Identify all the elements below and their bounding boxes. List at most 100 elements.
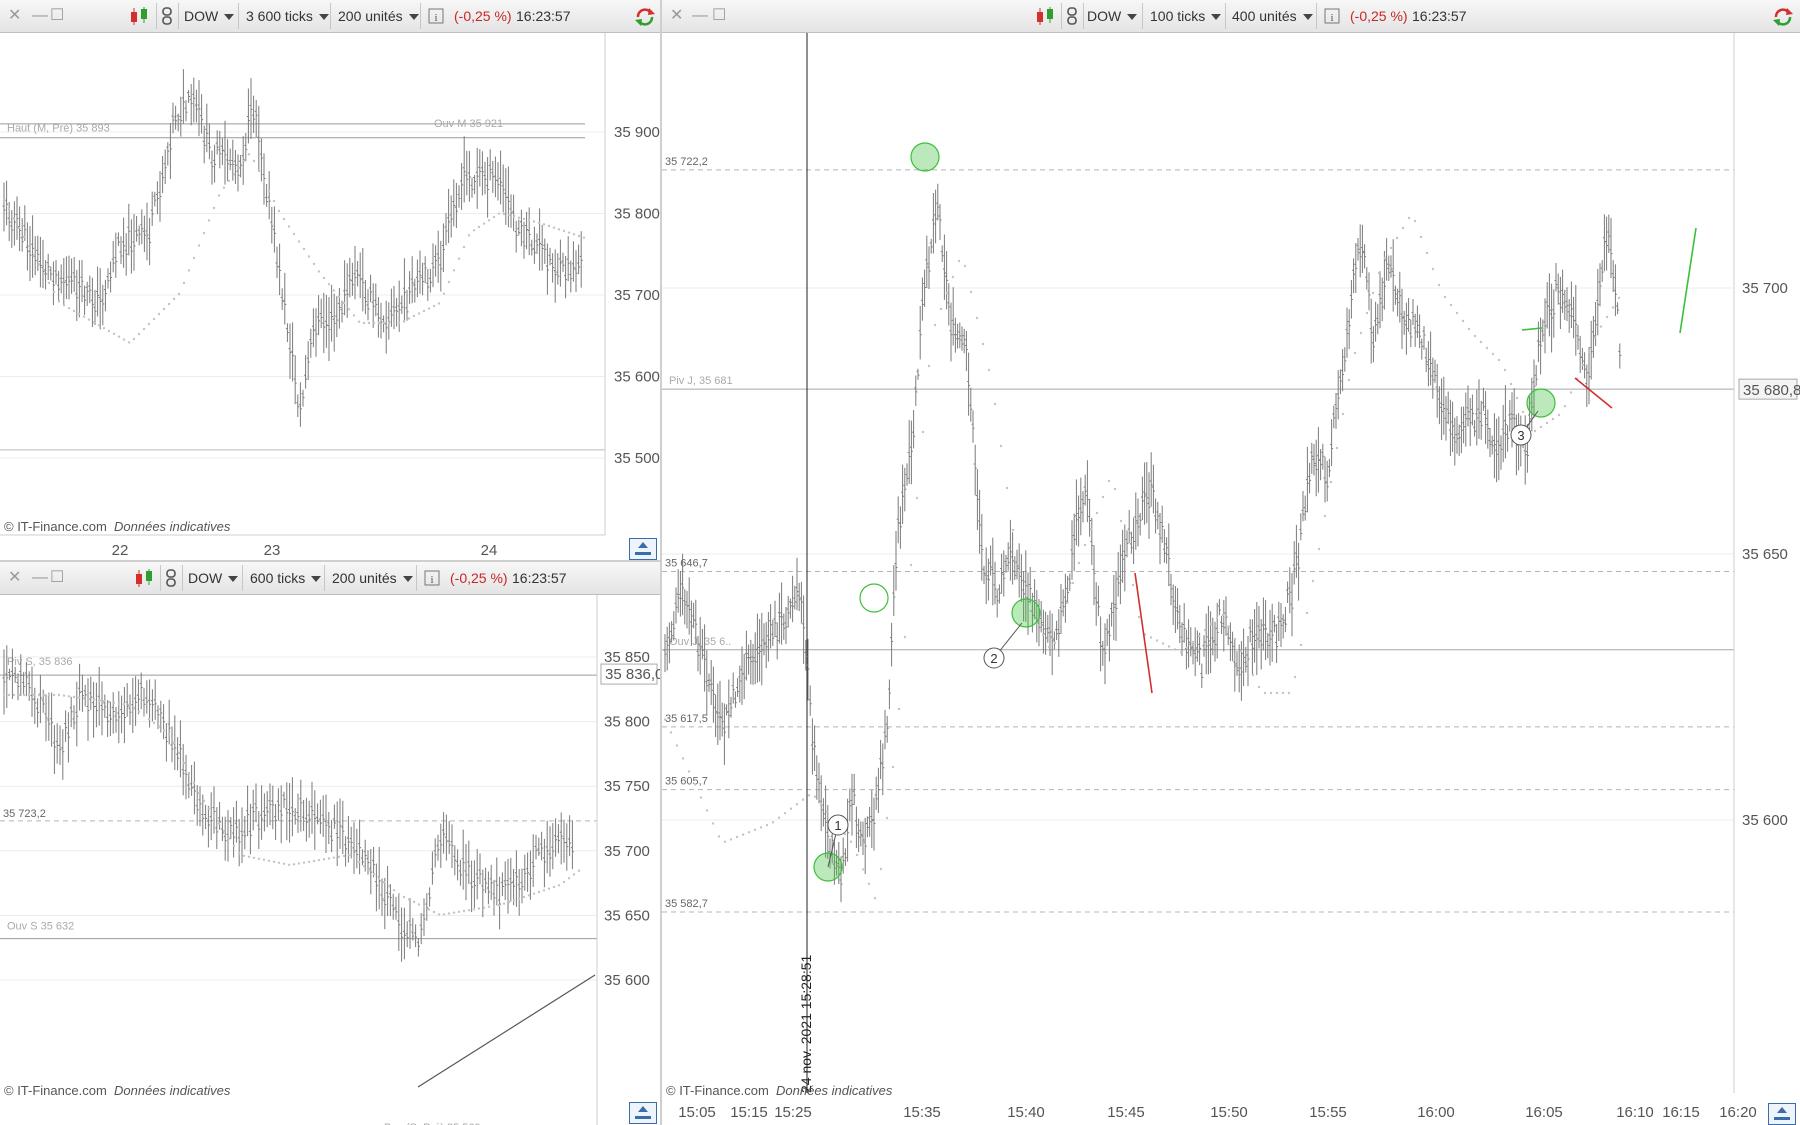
moving-average-dot [342,854,346,858]
maximize-icon[interactable]: ☐ [712,0,726,32]
moving-average-dot [42,693,46,697]
moving-average-dot [157,312,161,316]
price-chart[interactable]: 35 700 35 650 35 600 35 722,2 Piv J, 35 681 3… [662,33,1800,1125]
moving-average-dot [562,880,566,884]
symbol-label: DOW [184,8,219,24]
maximize-icon[interactable]: ☐ [50,562,64,594]
moving-average-dot [532,220,536,223]
moving-average-dot [2,693,6,697]
units-label: 400 unités [1232,8,1297,24]
moving-average-dot [277,861,281,864]
moving-average-dot [512,215,516,218]
chart-panel-top-left: ✕ — ☐ DOW 3 600 ticks 200 unités i (-0,2… [0,0,660,560]
candlestick-icon[interactable] [1034,6,1056,26]
moving-average-dot [467,908,471,912]
moving-average-dot [212,814,216,818]
symbol-select[interactable]: DOW [1087,0,1138,32]
moving-average-dot [317,270,321,273]
moving-average-dot [687,770,691,773]
y-tick-label: 35 900 [614,124,660,141]
candlestick-icon[interactable] [128,6,150,26]
scroll-end-button[interactable] [1768,1103,1796,1125]
footer-note: Données indicatives [114,519,231,534]
minimize-icon[interactable]: — [692,0,708,32]
chart-panel-bottom-left: ✕ — ☐ DOW 600 ticks 200 unités i (-0,25 … [0,562,660,1125]
moving-average-dot [735,835,739,839]
moving-average-dot [711,822,715,825]
units-select[interactable]: 200 unités [338,0,419,32]
y-tick-label: 35 600 [604,972,650,989]
moving-average-dot [82,315,86,318]
moving-average-dot [187,771,191,775]
units-select[interactable]: 200 unités [332,562,413,594]
moving-average-dot [1599,325,1603,328]
moving-average-dot [177,751,181,755]
info-icon[interactable]: i [424,570,440,590]
refresh-icon[interactable] [1772,6,1794,26]
x-tick-label: 24 [481,542,498,559]
moving-average-dot [67,306,71,310]
scroll-end-button[interactable] [629,1102,657,1124]
close-icon[interactable]: ✕ [670,0,683,32]
moving-average-dot [472,908,476,911]
info-icon[interactable]: i [428,8,444,28]
close-icon[interactable]: ✕ [8,0,21,32]
moving-average-dot [1269,691,1273,695]
refresh-icon[interactable] [634,6,656,26]
minimize-icon[interactable]: — [32,562,48,594]
info-icon[interactable]: i [1324,8,1340,28]
moving-average-dot [1473,334,1477,338]
moving-average-dot [22,235,26,239]
signal-marker-circle [859,583,889,613]
ticks-label: 600 ticks [250,570,306,586]
moving-average-dot [933,323,937,327]
moving-average-dot [407,898,411,901]
price-chart[interactable]: 35 900 35 800 35 700 35 600 35 500 Haut (M, P… [0,33,660,560]
candlestick-icon[interactable] [133,568,155,588]
moving-average-dot [1305,611,1309,615]
moving-average-dot [1485,346,1489,350]
moving-average-dot [172,741,176,745]
moving-average-dot [1317,547,1321,551]
units-label: 200 unités [332,570,397,586]
moving-average-dot [885,816,889,820]
moving-average-dot [1389,246,1393,250]
moving-average-dot [1299,643,1303,647]
moving-average-dot [282,217,286,221]
link-icon[interactable] [1065,6,1079,26]
link-icon[interactable] [164,568,178,588]
ticks-select[interactable]: 100 ticks [1150,0,1222,32]
price-chart[interactable]: 35 850 35 800 35 750 35 700 35 650 35 600 Piv … [0,595,660,1125]
symbol-select[interactable]: DOW [188,562,239,594]
moving-average-dot [57,299,61,303]
scroll-end-button[interactable] [629,538,657,560]
close-icon[interactable]: ✕ [8,562,21,594]
minimize-icon[interactable]: — [32,0,48,32]
x-tick-label: 15:40 [1007,1104,1045,1121]
units-select[interactable]: 400 unités [1232,0,1313,32]
level-label: 35 582,7 [665,898,708,910]
moving-average-dot [307,860,311,864]
link-icon[interactable] [160,6,174,26]
signal-marker-circle [1011,598,1041,628]
ticks-select[interactable]: 3 600 ticks [246,0,329,32]
moving-average-dot [951,275,955,279]
moving-average-dot [482,222,486,225]
y-tick-label: 35 600 [614,369,660,386]
annotation-marker-number: 2 [990,651,997,666]
moving-average-dot [247,153,251,156]
moving-average-dot [927,364,931,368]
moving-average-dot [127,341,131,344]
svg-text:i: i [434,12,437,24]
moving-average-dot [32,254,36,257]
moving-average-dot [577,869,581,872]
symbol-select[interactable]: DOW [184,0,235,32]
maximize-icon[interactable]: ☐ [50,0,64,32]
moving-average-dot [52,693,56,697]
ticks-select[interactable]: 600 ticks [250,562,322,594]
moving-average-dot [237,852,241,855]
moving-average-dot [987,368,991,372]
moving-average-dot [222,186,226,189]
moving-average-dot [1533,429,1537,433]
moving-average-dot [1083,543,1087,547]
